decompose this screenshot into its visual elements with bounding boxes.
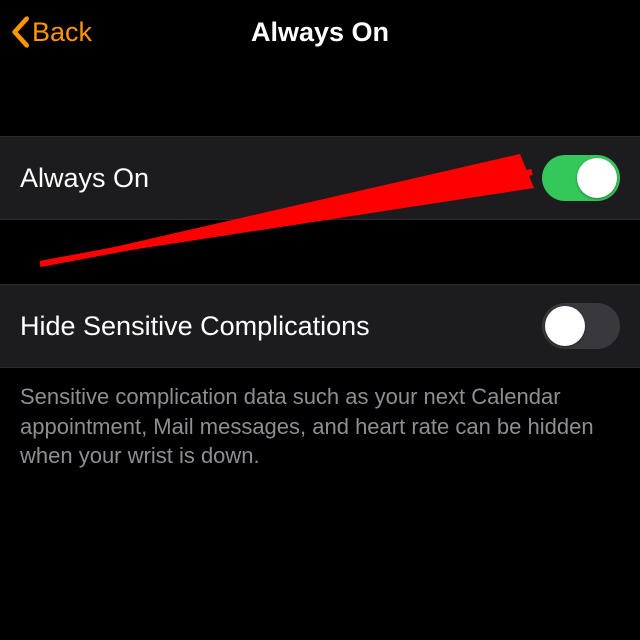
page-title: Always On — [0, 17, 640, 48]
row-hide-sensitive: Hide Sensitive Complications — [0, 284, 640, 368]
settings-group-2: Hide Sensitive Complications — [0, 284, 640, 368]
footer-text: Sensitive complication data such as your… — [0, 368, 640, 471]
row-label-hide-sensitive: Hide Sensitive Complications — [20, 311, 370, 342]
toggle-hide-sensitive[interactable] — [542, 303, 620, 349]
nav-bar: Back Always On — [0, 0, 640, 64]
row-always-on: Always On — [0, 136, 640, 220]
toggle-knob — [545, 306, 585, 346]
toggle-always-on[interactable] — [542, 155, 620, 201]
row-label-always-on: Always On — [20, 163, 149, 194]
toggle-knob — [577, 158, 617, 198]
chevron-left-icon — [10, 16, 30, 48]
group-spacer — [0, 220, 640, 284]
back-button[interactable]: Back — [0, 16, 92, 48]
back-label: Back — [32, 17, 92, 48]
settings-group: Always On — [0, 136, 640, 220]
